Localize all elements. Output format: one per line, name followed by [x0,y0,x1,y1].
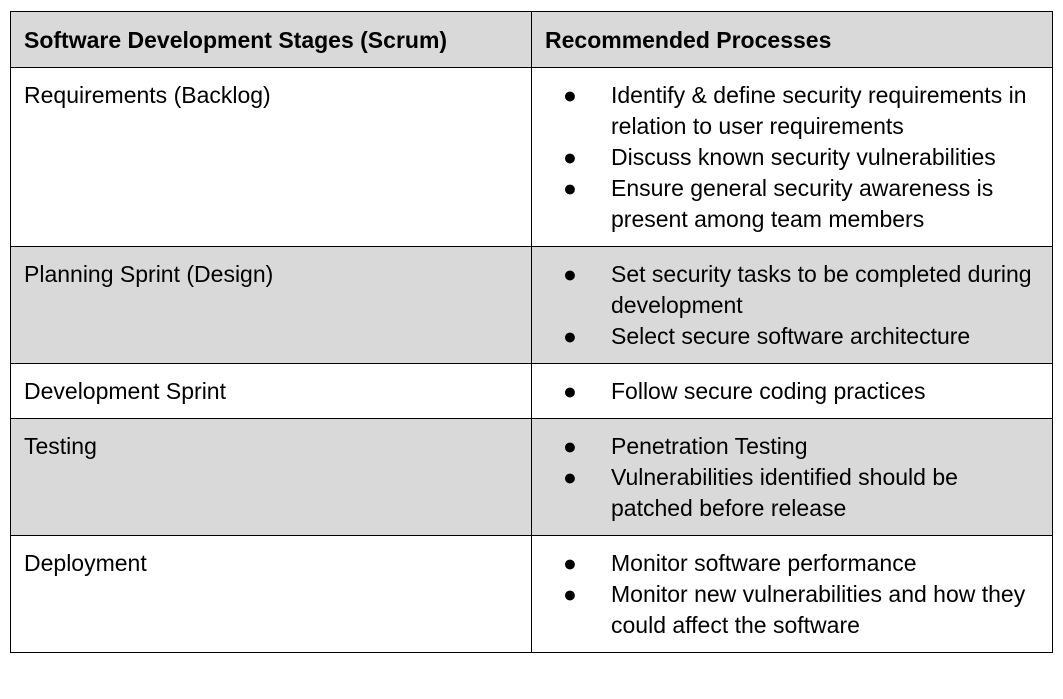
bullet-icon: ● [563,82,577,108]
process-item: ● Identify & define security requirements… [545,80,1039,142]
process-text: Penetration Testing [611,433,808,459]
stage-cell: Deployment [10,535,532,653]
process-text: Identify & define security requirements … [611,82,1027,139]
process-item: ● Penetration Testing [545,431,1039,462]
table-row: Development Sprint ● Follow secure coding… [10,363,1053,419]
process-item: ● Ensure general security awareness is pr… [545,173,1039,235]
processes-cell: ● Set security tasks to be completed duri… [531,246,1053,364]
stage-cell: Development Sprint [10,363,532,419]
process-text: Monitor software performance [611,550,917,576]
table-row: Requirements (Backlog) ● Identify & defin… [10,67,1053,247]
stages-table: Software Development Stages (Scrum) Reco… [10,11,1053,653]
bullet-icon: ● [563,144,577,170]
process-item: ● Discuss known security vulnerabilities [545,142,1039,173]
bullet-icon: ● [563,323,577,349]
process-item: ● Monitor software performance [545,548,1039,579]
process-text: Ensure general security awareness is pre… [611,175,994,232]
processes-cell: ● Monitor software performance ● Monitor n… [531,535,1053,653]
table-body: Requirements (Backlog) ● Identify & defin… [10,67,1053,653]
process-item: ● Select secure software architecture [545,321,1039,352]
stage-cell: Requirements (Backlog) [10,67,532,247]
processes-cell: ● Identify & define security requirements… [531,67,1053,247]
process-text: Discuss known security vulnerabilities [611,144,996,170]
process-list: ● Identify & define security requirements… [545,80,1039,235]
stage-cell: Planning Sprint (Design) [10,246,532,364]
process-text: Set security tasks to be completed durin… [611,261,1032,318]
processes-cell: ● Penetration Testing ● Vulnerabilities id… [531,418,1053,536]
header-processes: Recommended Processes [531,11,1053,68]
table-header: Software Development Stages (Scrum) Reco… [10,11,1053,68]
process-text: Monitor new vulnerabilities and how they… [611,581,1026,638]
process-item: ● Monitor new vulnerabilities and how the… [545,579,1039,641]
process-item: ● Follow secure coding practices [545,376,1039,407]
process-item: ● Set security tasks to be completed duri… [545,259,1039,321]
process-list: ● Follow secure coding practices [545,376,1039,407]
process-text: Follow secure coding practices [611,378,926,404]
process-list: ● Monitor software performance ● Monitor n… [545,548,1039,641]
header-row: Software Development Stages (Scrum) Reco… [10,11,1053,68]
bullet-icon: ● [563,581,577,607]
process-item: ● Vulnerabilities identified should be pa… [545,462,1039,524]
processes-cell: ● Follow secure coding practices [531,363,1053,419]
process-list: ● Penetration Testing ● Vulnerabilities id… [545,431,1039,524]
process-text: Vulnerabilities identified should be pat… [611,464,958,521]
bullet-icon: ● [563,433,577,459]
bullet-icon: ● [563,378,577,404]
stage-cell: Testing [10,418,532,536]
bullet-icon: ● [563,550,577,576]
process-list: ● Set security tasks to be completed duri… [545,259,1039,352]
bullet-icon: ● [563,464,577,490]
table-row: Deployment ● Monitor software performance… [10,535,1053,653]
bullet-icon: ● [563,175,577,201]
table-row: Testing ● Penetration Testing ● Vulnerabil… [10,418,1053,536]
process-text: Select secure software architecture [611,323,971,349]
header-stage: Software Development Stages (Scrum) [10,11,532,68]
bullet-icon: ● [563,261,577,287]
table-row: Planning Sprint (Design) ● Set security t… [10,246,1053,364]
